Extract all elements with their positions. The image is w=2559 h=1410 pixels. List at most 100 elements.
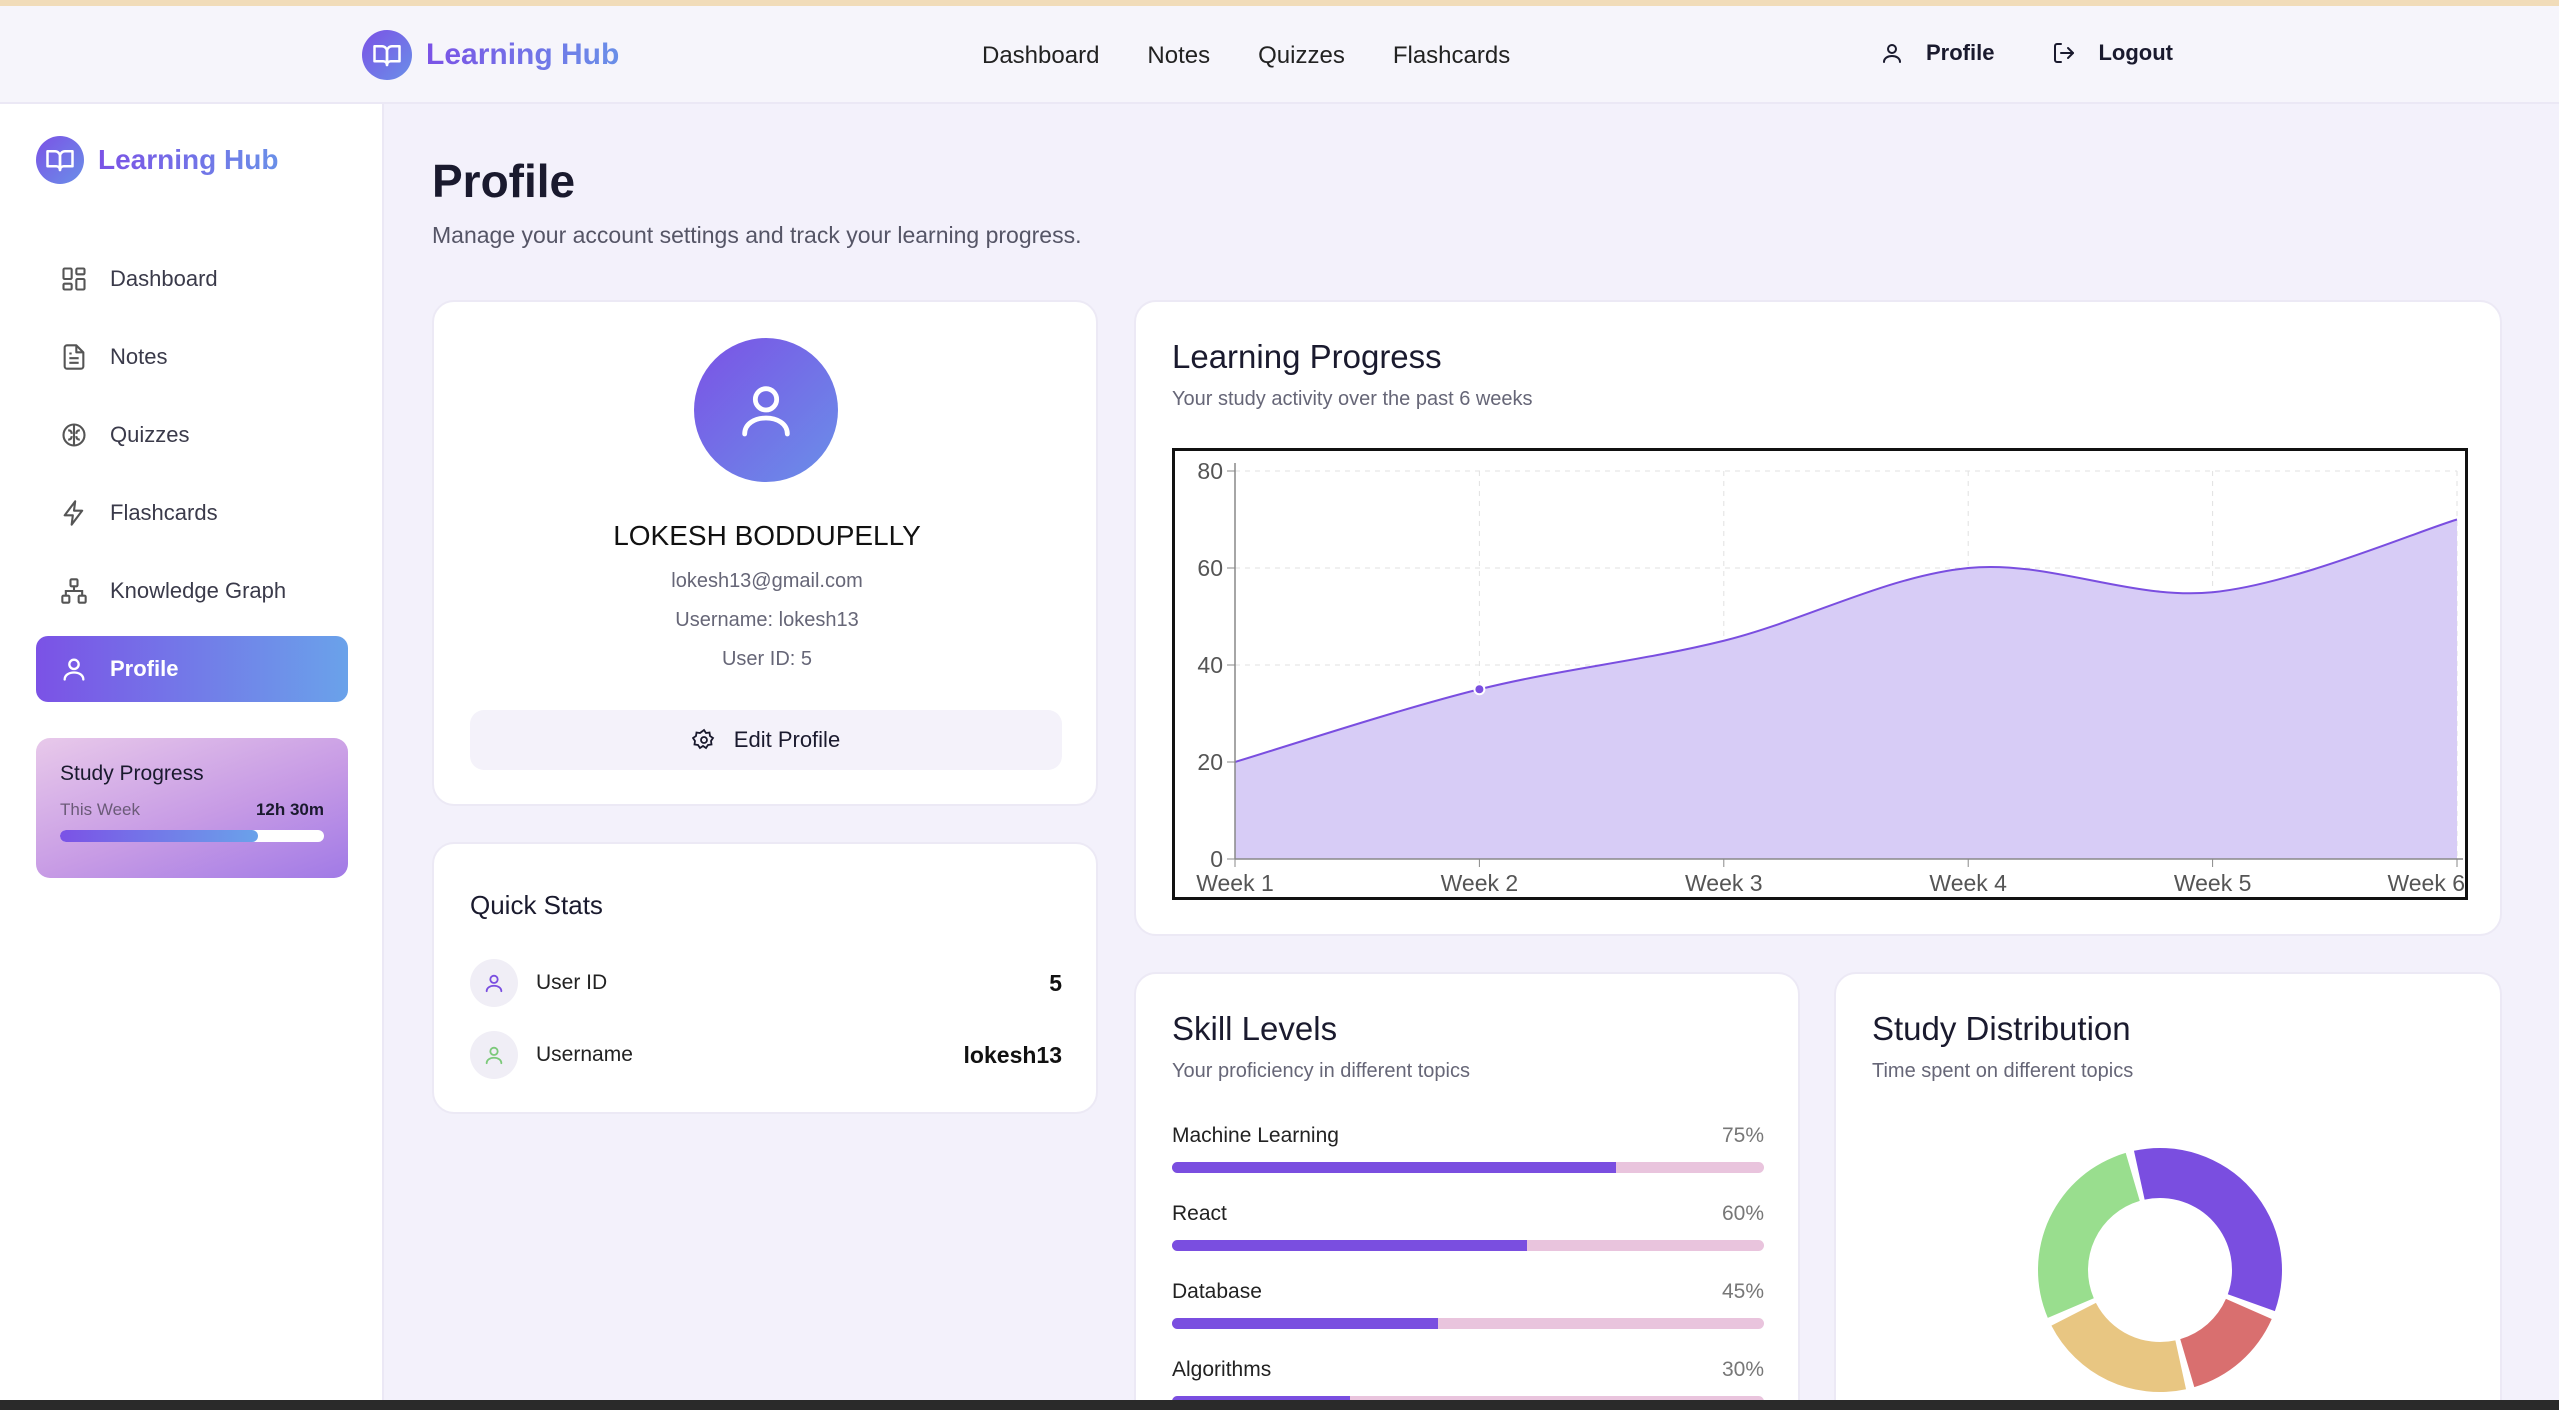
- sidebar-item-label: Flashcards: [110, 500, 218, 525]
- sidebar-item-knowledge-graph[interactable]: Knowledge Graph: [36, 558, 348, 624]
- page-title: Profile: [432, 155, 576, 207]
- study-distribution-card: Study Distribution Time spent on differe…: [1834, 972, 2502, 1410]
- top-nav-dashboard[interactable]: Dashboard: [982, 42, 1099, 70]
- quick-stat-value: lokesh13: [963, 1041, 1062, 1068]
- y-tick-label: 80: [1197, 458, 1223, 484]
- brain-icon: [62, 423, 86, 447]
- skill-bar: [1172, 1318, 1764, 1329]
- skill-bar-fill: [1172, 1240, 1528, 1251]
- user-icon: [742, 386, 790, 437]
- top-nav-flashcards[interactable]: Flashcards: [1393, 42, 1510, 70]
- donut-slice[interactable]: [2051, 1302, 2187, 1392]
- lightning-icon: [63, 500, 84, 526]
- logout-label: Logout: [2098, 40, 2173, 65]
- sidebar-item-notes[interactable]: Notes: [36, 324, 348, 390]
- sidebar-brand[interactable]: Learning Hub: [36, 136, 278, 184]
- sidebar-item-dashboard[interactable]: Dashboard: [36, 246, 348, 312]
- window-bottom-strip: [0, 1400, 2559, 1410]
- sidebar-item-label: Quizzes: [110, 422, 190, 447]
- top-nav-quizzes[interactable]: Quizzes: [1258, 42, 1345, 70]
- skill-bar: [1172, 1162, 1764, 1173]
- study-progress-time: 12h 30m: [255, 800, 324, 819]
- data-point: [1473, 683, 1486, 696]
- sidebar-nav: Dashboard Notes Quizzes Flashcards Knowl…: [36, 246, 348, 714]
- sidebar-item-flashcards[interactable]: Flashcards: [36, 480, 348, 546]
- sidebar-item-label: Dashboard: [110, 266, 218, 291]
- top-nav-notes[interactable]: Notes: [1147, 42, 1210, 70]
- skill-percent: 45%: [1721, 1280, 1764, 1303]
- edit-profile-button[interactable]: Edit Profile: [470, 710, 1062, 770]
- dashboard-icon: [62, 267, 86, 291]
- sidebar-item-profile[interactable]: Profile: [36, 636, 348, 702]
- skill-bar-fill: [1172, 1318, 1439, 1329]
- quick-stats-title: Quick Stats: [470, 890, 603, 920]
- user-icon: [470, 959, 518, 1007]
- quick-stats-card: Quick Stats User ID 5 Username lokesh13: [432, 842, 1098, 1114]
- sidebar: Learning Hub Dashboard Notes Quizzes Fla…: [0, 104, 384, 1400]
- skill-percent: 75%: [1721, 1124, 1764, 1147]
- quick-stat-row: User ID 5: [470, 958, 1062, 1008]
- skill-row: Machine Learning 75%: [1172, 1124, 1764, 1173]
- y-tick-label: 40: [1197, 652, 1223, 678]
- study-progress-period: This Week: [60, 800, 140, 819]
- x-tick-label: Week 5: [2174, 870, 2252, 896]
- quick-stat-label: Username: [536, 1043, 633, 1066]
- top-navbar: Learning Hub Dashboard Notes Quizzes Fla…: [0, 6, 2559, 104]
- sidebar-item-label: Profile: [110, 656, 179, 681]
- profile-link[interactable]: Profile: [1880, 40, 1994, 66]
- quick-stat-value: 5: [1049, 969, 1062, 996]
- profile-username: Username: lokesh13: [675, 609, 859, 631]
- y-tick-label: 0: [1210, 846, 1223, 872]
- skill-bar-fill: [1172, 1162, 1616, 1173]
- x-tick-label: Week 2: [1441, 870, 1519, 896]
- logout-icon: [2054, 43, 2075, 63]
- donut-chart: [2038, 1148, 2282, 1392]
- quick-stat-row: Username lokesh13: [470, 1030, 1062, 1080]
- user-icon: [63, 658, 85, 681]
- skill-percent: 30%: [1721, 1358, 1764, 1381]
- profile-userid: User ID: 5: [721, 648, 813, 670]
- page-subtitle: Manage your account settings and track y…: [432, 222, 1082, 248]
- top-nav-links: Dashboard Notes Quizzes Flashcards: [982, 42, 1510, 70]
- area-chart-svg: 0 20 40 60 80 Week 1 Week 2 Week 3 Week 4 Week 5 W…: [1196, 458, 2465, 896]
- x-tick-label: Week 1: [1196, 870, 1274, 896]
- donut-slice[interactable]: [2038, 1152, 2140, 1318]
- avatar: [694, 338, 838, 482]
- brand-name: Learning Hub: [426, 38, 620, 71]
- skill-percent: 60%: [1721, 1202, 1764, 1225]
- skill-levels-card: Skill Levels Your proficiency in differe…: [1134, 972, 1800, 1410]
- graph-icon: [61, 578, 87, 604]
- skill-name: React: [1172, 1202, 1227, 1225]
- profile-link-label: Profile: [1926, 40, 1995, 65]
- x-tick-label: Week 4: [1929, 870, 2007, 896]
- sidebar-item-label: Knowledge Graph: [110, 578, 287, 603]
- study-progress-bar: [60, 830, 324, 842]
- area-fill: [1235, 519, 2457, 859]
- study-progress-fill: [60, 830, 258, 842]
- sidebar-item-label: Notes: [110, 344, 168, 369]
- profile-email: lokesh13@gmail.com: [671, 570, 863, 592]
- learning-progress-chart[interactable]: 0 20 40 60 80 Week 1 Week 2 Week 3 Week 4 Week 5 W…: [1172, 448, 2468, 900]
- donut-slice[interactable]: [2180, 1298, 2272, 1388]
- logout-button[interactable]: Logout: [2052, 40, 2173, 66]
- y-tick-label: 60: [1197, 555, 1223, 581]
- learning-progress-title: Learning Progress: [1172, 338, 1442, 375]
- donut-slice[interactable]: [2133, 1148, 2282, 1312]
- profile-card: LOKESH BODDUPELLY lokesh13@gmail.com Use…: [432, 300, 1098, 806]
- book-icon: [362, 30, 412, 80]
- skill-row: Database 45%: [1172, 1280, 1764, 1329]
- skill-name: Algorithms: [1172, 1358, 1272, 1381]
- skill-row: React 60%: [1172, 1202, 1764, 1251]
- brand[interactable]: Learning Hub: [362, 30, 619, 80]
- skill-bar: [1172, 1240, 1764, 1251]
- skill-levels-subtitle: Your proficiency in different topics: [1172, 1060, 1470, 1082]
- study-progress-card: Study Progress This Week 12h 30m: [36, 738, 348, 878]
- skill-name: Machine Learning: [1172, 1124, 1339, 1147]
- user-icon: [1883, 44, 1901, 63]
- gear-icon: [691, 728, 715, 750]
- user-icon: [470, 1031, 518, 1079]
- learning-progress-card: Learning Progress Your study activity ov…: [1134, 300, 2502, 936]
- sidebar-item-quizzes[interactable]: Quizzes: [36, 402, 348, 468]
- profile-name: LOKESH BODDUPELLY: [613, 520, 921, 551]
- notes-icon: [63, 344, 85, 370]
